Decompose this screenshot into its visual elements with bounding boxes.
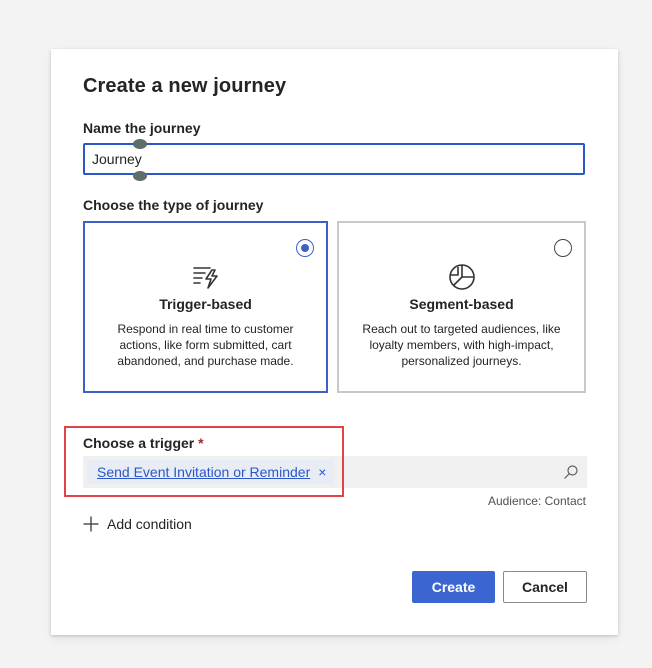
trigger-based-radio[interactable] [296,239,314,257]
audience-label: Audience: Contact [487,494,586,508]
name-label: Name the journey [83,120,201,136]
journey-name-field[interactable] [83,143,585,175]
pie-segments-icon [448,264,475,290]
trigger-based-title: Trigger-based [159,296,252,312]
highlight-box [64,426,344,497]
selection-handle-bottom[interactable] [133,171,147,181]
search-icon[interactable] [563,464,579,480]
plus-icon [83,516,99,532]
selection-handle-top[interactable] [133,139,147,149]
cancel-button[interactable]: Cancel [503,571,587,603]
segment-based-card[interactable]: Segment-based Reach out to targeted audi… [337,221,586,393]
type-label: Choose the type of journey [83,197,264,213]
add-condition-button[interactable]: Add condition [83,514,192,534]
create-journey-dialog: Create a new journey Name the journey Ch… [51,49,618,635]
segment-based-description: Reach out to targeted audiences, like lo… [362,322,561,368]
trigger-based-card[interactable]: Trigger-based Respond in real time to cu… [83,221,328,393]
journey-name-input[interactable] [85,145,583,173]
segment-based-radio[interactable] [554,239,572,257]
segment-based-title: Segment-based [409,296,514,312]
create-button[interactable]: Create [412,571,495,603]
add-condition-label: Add condition [107,516,192,532]
lightning-lines-icon [192,267,218,289]
trigger-based-description: Respond in real time to customer actions… [117,322,294,368]
dialog-title: Create a new journey [83,75,287,97]
